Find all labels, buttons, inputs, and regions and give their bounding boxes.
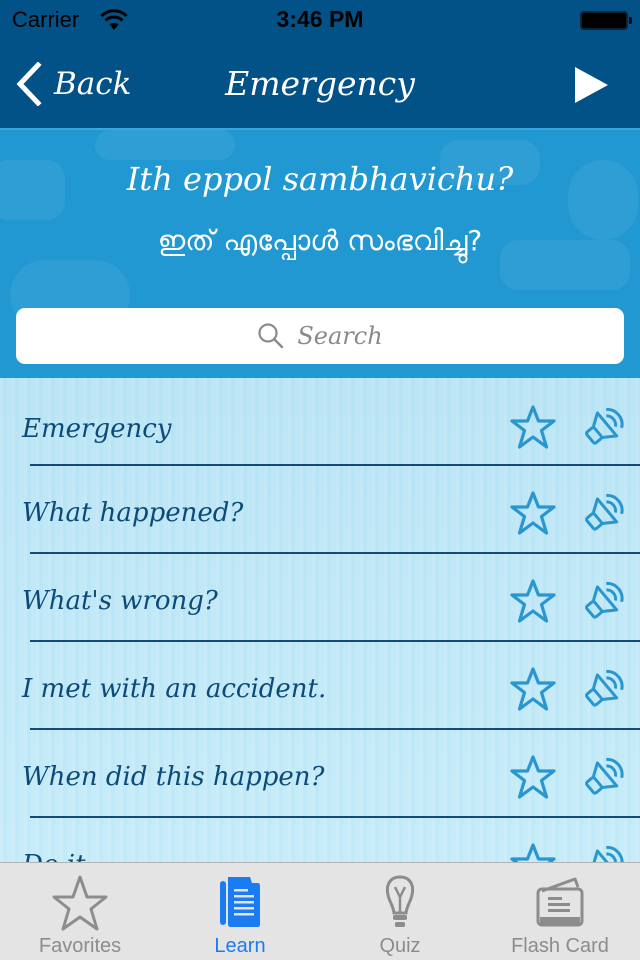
list-item[interactable]: When did this happen? [0, 730, 640, 818]
flash-card-icon [536, 877, 584, 927]
phrase-text: When did this happen? [22, 762, 325, 792]
star-icon[interactable] [508, 490, 558, 536]
speaker-icon[interactable] [580, 404, 628, 450]
list-item[interactable]: What happened? [0, 466, 640, 554]
search-input[interactable]: Search [16, 308, 624, 364]
list-item[interactable]: What's wrong? [0, 554, 640, 642]
phrase-text: What's wrong? [22, 586, 218, 616]
star-icon[interactable] [508, 754, 558, 800]
search-placeholder: Search [297, 322, 383, 350]
list-item[interactable]: I met with an accident. [0, 642, 640, 730]
star-icon[interactable] [508, 666, 558, 712]
lightbulb-icon [385, 875, 415, 927]
tab-quiz[interactable]: Quiz [320, 863, 480, 960]
phrase-text: What happened? [22, 498, 244, 528]
tab-flash-card[interactable]: Flash Card [480, 863, 640, 960]
chevron-left-icon [16, 62, 42, 106]
star-icon[interactable] [508, 404, 558, 450]
battery-icon [580, 11, 632, 30]
speaker-icon[interactable] [580, 842, 628, 862]
star-icon[interactable] [508, 578, 558, 624]
back-label: Back [54, 66, 132, 102]
phrase-text: Do it... [22, 850, 110, 862]
tab-label: Flash Card [511, 935, 609, 957]
phrase-text: I met with an accident. [22, 674, 327, 704]
tab-label: Learn [214, 935, 266, 957]
phrase-header: Ith eppol sambhavichu? ഇത് എപ്പോൾ സംഭവിച… [0, 128, 640, 378]
tab-favorites[interactable]: Favorites [0, 863, 160, 960]
phrase-text: Emergency [22, 414, 172, 444]
top-bar: Carrier 3:46 PM Back Emergency [0, 0, 640, 128]
speaker-icon[interactable] [580, 754, 628, 800]
star-icon [52, 875, 108, 931]
status-time: 3:46 PM [276, 6, 364, 32]
back-button[interactable]: Back [14, 60, 131, 108]
search-icon [258, 323, 284, 349]
tab-learn[interactable]: Learn [160, 863, 320, 960]
play-icon[interactable] [572, 66, 610, 104]
tab-bar: Favorites Learn Quiz Flash Card [0, 862, 640, 960]
phrase-list[interactable]: Emergency What happened? What's wrong? I me… [0, 378, 640, 862]
document-icon [220, 877, 260, 927]
tab-label: Favorites [38, 935, 122, 957]
navigation-bar: Back Emergency [0, 40, 640, 128]
star-icon[interactable] [508, 842, 558, 862]
speaker-icon[interactable] [580, 490, 628, 536]
list-item[interactable]: Do it... [0, 818, 640, 862]
phrase-native: ഇത് എപ്പോൾ സംഭവിച്ചു? [157, 224, 483, 257]
status-bar: Carrier 3:46 PM [0, 0, 640, 40]
speaker-icon[interactable] [580, 666, 628, 712]
decorative-bubble [95, 130, 235, 160]
phrase-romanized: Ith eppol sambhavichu? [126, 160, 514, 198]
speaker-icon[interactable] [580, 578, 628, 624]
list-item[interactable]: Emergency [0, 378, 640, 466]
tab-label: Quiz [379, 935, 421, 957]
